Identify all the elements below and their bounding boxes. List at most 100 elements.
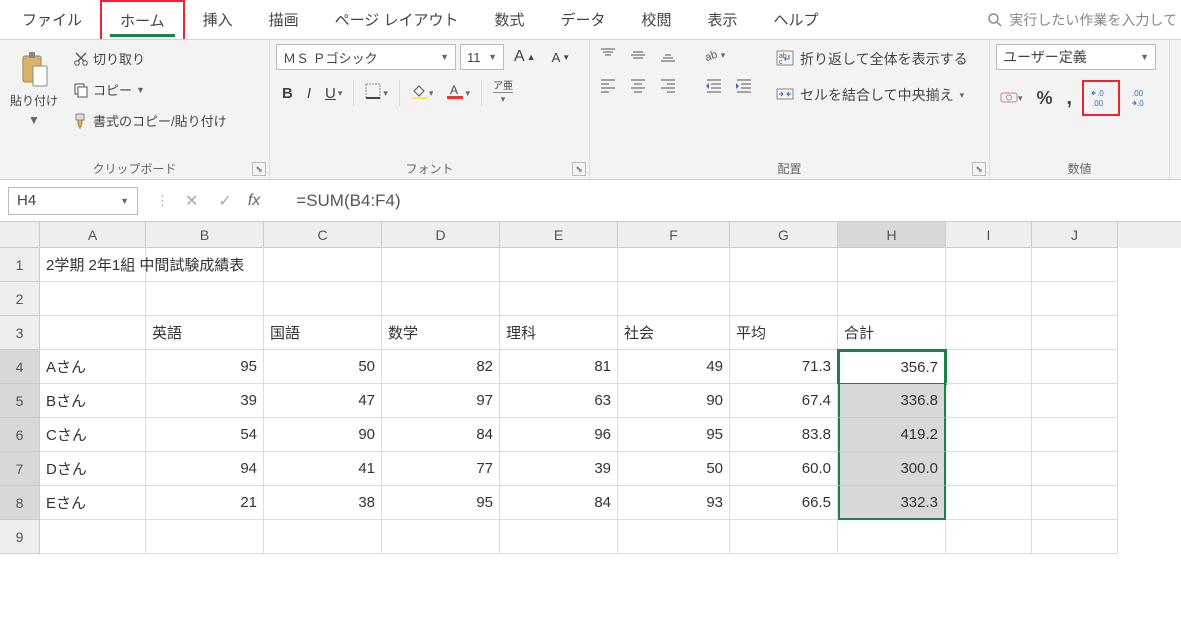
- cell[interactable]: Cさん: [40, 418, 146, 452]
- cell[interactable]: [1032, 282, 1118, 316]
- increase-decimal-button[interactable]: .0.00: [1086, 84, 1116, 112]
- cell[interactable]: 84: [500, 486, 618, 520]
- cell[interactable]: 国語: [264, 316, 382, 350]
- paste-button[interactable]: 貼り付け ▼: [6, 44, 62, 133]
- column-header-C[interactable]: C: [264, 222, 382, 248]
- accounting-format-button[interactable]: ▾: [996, 84, 1027, 113]
- alignment-dialog-launcher[interactable]: ⬊: [972, 162, 986, 176]
- tab-review[interactable]: 校閲: [624, 1, 690, 38]
- cell[interactable]: 81: [500, 350, 618, 384]
- cell[interactable]: [946, 486, 1032, 520]
- cell[interactable]: [40, 316, 146, 350]
- cell[interactable]: [1032, 520, 1118, 554]
- cell[interactable]: 数学: [382, 316, 500, 350]
- cell[interactable]: [382, 248, 500, 282]
- cut-button[interactable]: 切り取り: [68, 46, 232, 71]
- cell[interactable]: [1032, 418, 1118, 452]
- cell[interactable]: 97: [382, 384, 500, 418]
- row-header[interactable]: 1: [0, 248, 40, 282]
- cell[interactable]: 39: [146, 384, 264, 418]
- cell[interactable]: 300.0: [838, 452, 946, 486]
- row-header[interactable]: 7: [0, 452, 40, 486]
- cell[interactable]: 71.3: [730, 350, 838, 384]
- column-header-E[interactable]: E: [500, 222, 618, 248]
- cell[interactable]: [1032, 316, 1118, 350]
- align-right-button[interactable]: [656, 74, 680, 96]
- decrease-font-button[interactable]: A▼: [546, 44, 577, 70]
- cell[interactable]: [1032, 248, 1118, 282]
- cell[interactable]: [946, 350, 1032, 384]
- cell[interactable]: 93: [618, 486, 730, 520]
- cell[interactable]: [838, 520, 946, 554]
- cell[interactable]: [946, 282, 1032, 316]
- underline-button[interactable]: U▾: [319, 81, 348, 106]
- cell[interactable]: 356.7: [838, 350, 946, 384]
- cell[interactable]: 社会: [618, 316, 730, 350]
- column-header-H[interactable]: H: [838, 222, 946, 248]
- formula-options-icon[interactable]: ⋮: [156, 193, 169, 209]
- cell[interactable]: [500, 282, 618, 316]
- font-name-select[interactable]: ＭＳ Ｐゴシック ▼: [276, 44, 456, 70]
- enter-formula-button[interactable]: ✓: [214, 189, 235, 213]
- column-header-I[interactable]: I: [946, 222, 1032, 248]
- tab-formulas[interactable]: 数式: [476, 1, 542, 38]
- cell[interactable]: 95: [618, 418, 730, 452]
- cell[interactable]: 50: [264, 350, 382, 384]
- font-color-button[interactable]: A ▾: [441, 79, 476, 107]
- cell[interactable]: 336.8: [838, 384, 946, 418]
- cell[interactable]: 38: [264, 486, 382, 520]
- column-header-J[interactable]: J: [1032, 222, 1118, 248]
- align-bottom-button[interactable]: [656, 44, 680, 66]
- cell[interactable]: [730, 248, 838, 282]
- increase-indent-button[interactable]: [732, 74, 756, 96]
- cell[interactable]: 77: [382, 452, 500, 486]
- cell[interactable]: 90: [618, 384, 730, 418]
- align-center-button[interactable]: [626, 74, 650, 96]
- cell[interactable]: [946, 248, 1032, 282]
- cell[interactable]: 39: [500, 452, 618, 486]
- tell-me-search[interactable]: 実行したい作業を入力して: [987, 10, 1177, 30]
- tab-data[interactable]: データ: [543, 1, 624, 38]
- cell[interactable]: 66.5: [730, 486, 838, 520]
- tab-page-layout[interactable]: ページ レイアウト: [317, 1, 477, 38]
- fx-icon[interactable]: fx: [248, 192, 260, 210]
- percent-button[interactable]: %: [1033, 84, 1057, 113]
- cell[interactable]: 67.4: [730, 384, 838, 418]
- cell[interactable]: 理科: [500, 316, 618, 350]
- cell[interactable]: Bさん: [40, 384, 146, 418]
- align-left-button[interactable]: [596, 74, 620, 96]
- copy-button[interactable]: コピー ▼: [68, 77, 232, 102]
- cell[interactable]: [1032, 452, 1118, 486]
- cell[interactable]: 82: [382, 350, 500, 384]
- cell[interactable]: 332.3: [838, 486, 946, 520]
- tab-draw[interactable]: 描画: [251, 1, 317, 38]
- comma-button[interactable]: ,: [1063, 83, 1077, 114]
- decrease-decimal-button[interactable]: .00.0: [1126, 84, 1156, 112]
- cell[interactable]: 94: [146, 452, 264, 486]
- cell[interactable]: 83.8: [730, 418, 838, 452]
- cell[interactable]: [946, 316, 1032, 350]
- cell[interactable]: Eさん: [40, 486, 146, 520]
- cell[interactable]: [946, 384, 1032, 418]
- cell[interactable]: [264, 248, 382, 282]
- tab-view[interactable]: 表示: [690, 1, 756, 38]
- orientation-button[interactable]: ab▾: [702, 44, 726, 66]
- cell[interactable]: [264, 282, 382, 316]
- column-header-B[interactable]: B: [146, 222, 264, 248]
- tab-file[interactable]: ファイル: [4, 1, 100, 38]
- cell[interactable]: Aさん: [40, 350, 146, 384]
- decrease-indent-button[interactable]: [702, 74, 726, 96]
- row-header[interactable]: 5: [0, 384, 40, 418]
- row-header[interactable]: 6: [0, 418, 40, 452]
- cell[interactable]: [946, 418, 1032, 452]
- borders-button[interactable]: ▾: [359, 79, 394, 107]
- font-dialog-launcher[interactable]: ⬊: [572, 162, 586, 176]
- italic-button[interactable]: I: [301, 81, 317, 106]
- cell[interactable]: [730, 282, 838, 316]
- formula-input[interactable]: =SUM(B4:F4): [270, 191, 1181, 211]
- cell[interactable]: 54: [146, 418, 264, 452]
- cell[interactable]: [382, 520, 500, 554]
- cell[interactable]: [146, 282, 264, 316]
- cell[interactable]: Dさん: [40, 452, 146, 486]
- tab-insert[interactable]: 挿入: [185, 1, 251, 38]
